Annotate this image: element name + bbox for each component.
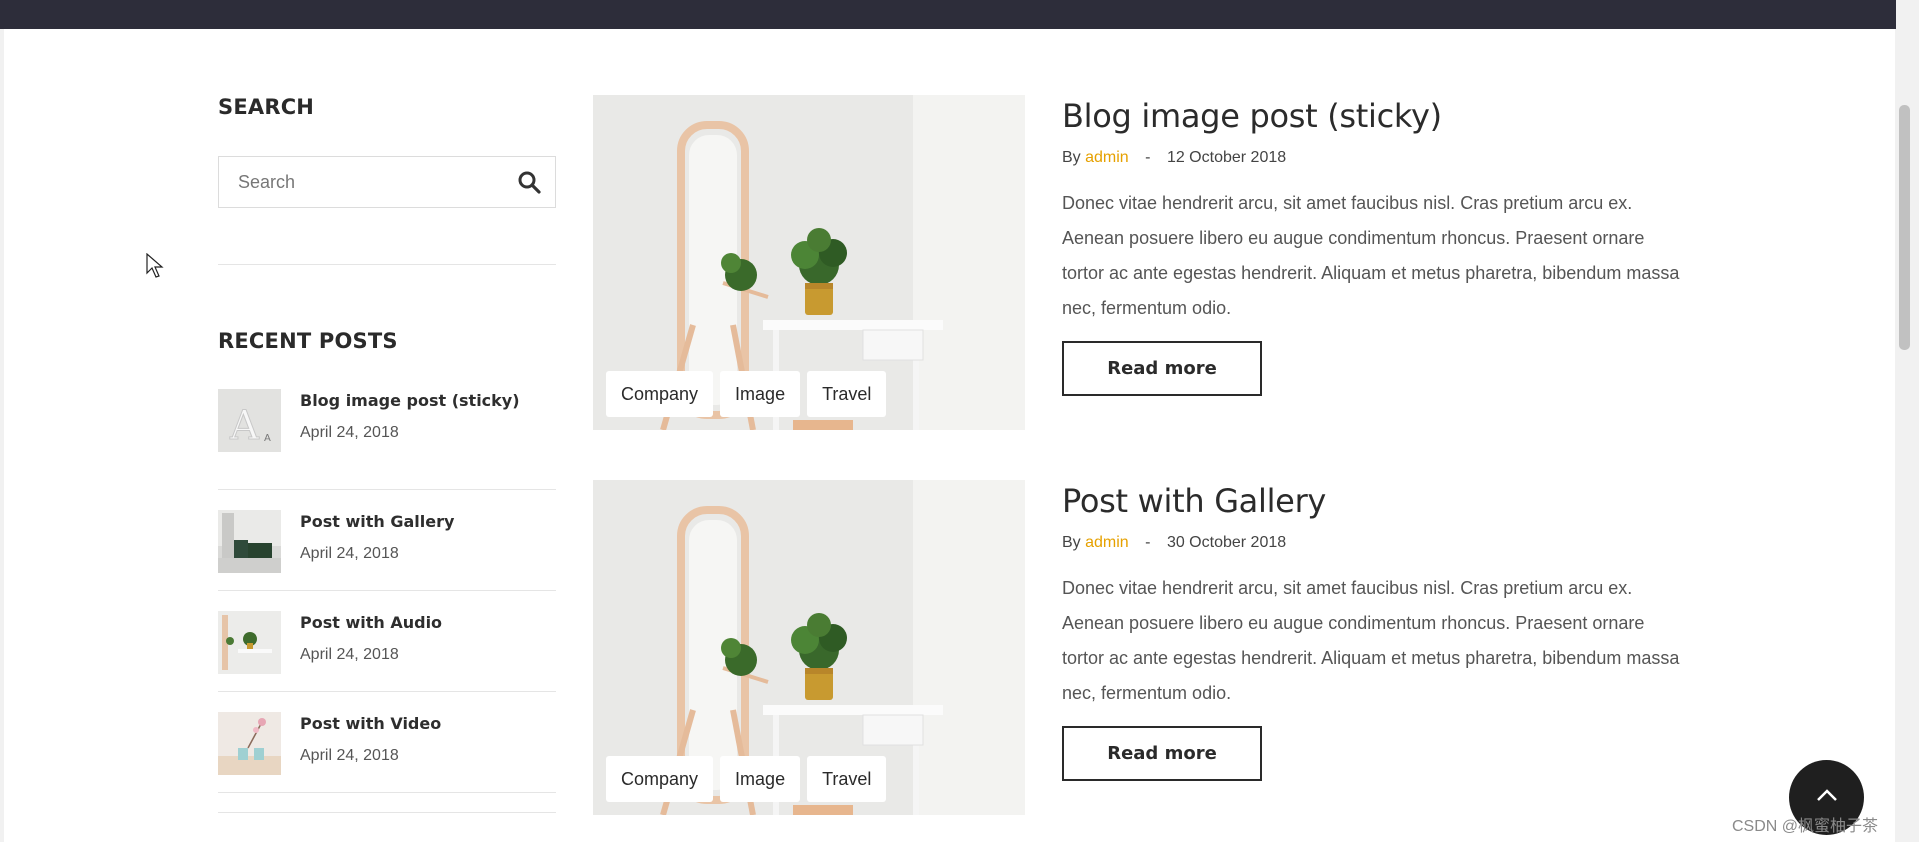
- search-box: [218, 156, 556, 208]
- widget-divider: [218, 812, 556, 813]
- post-by-label: By: [1062, 534, 1081, 551]
- recent-post-thumbnail[interactable]: [218, 712, 281, 775]
- recent-post-thumbnail[interactable]: [218, 611, 281, 674]
- search-input[interactable]: [238, 171, 508, 193]
- recent-post-date: April 24, 2018: [300, 545, 399, 562]
- tag-travel[interactable]: Travel: [807, 371, 887, 417]
- post-excerpt: Donec vitae hendrerit arcu, sit amet fau…: [1062, 578, 1680, 703]
- scrollbar-thumb[interactable]: [1899, 105, 1910, 350]
- tag-image[interactable]: Image: [720, 371, 801, 417]
- post-title[interactable]: Post with Gallery: [1062, 482, 1682, 520]
- recent-post-item[interactable]: Post with Video April 24, 2018: [218, 692, 556, 793]
- tag-company[interactable]: Company: [606, 756, 714, 802]
- recent-post-title[interactable]: Post with Audio: [300, 613, 442, 632]
- post-body: Blog image post (sticky) By admin - 12 O…: [1062, 95, 1682, 396]
- mouse-cursor-icon: [146, 253, 164, 278]
- meta-separator: -: [1145, 534, 1151, 551]
- recent-posts-title: RECENT POSTS: [218, 329, 398, 353]
- svg-text:A: A: [264, 433, 271, 444]
- recent-post-title[interactable]: Post with Video: [300, 714, 441, 733]
- recent-post-title[interactable]: Post with Gallery: [300, 512, 454, 531]
- top-navbar: [0, 0, 1896, 29]
- post-date: 30 October 2018: [1166, 534, 1287, 551]
- read-more-button[interactable]: Read more: [1062, 726, 1262, 781]
- read-more-button[interactable]: Read more: [1062, 341, 1262, 396]
- tag-travel[interactable]: Travel: [807, 756, 887, 802]
- recent-post-item[interactable]: Post with Audio April 24, 2018: [218, 591, 556, 692]
- post-featured-image[interactable]: Company Image Travel: [593, 480, 1025, 815]
- post-featured-image[interactable]: Company Image Travel: [593, 95, 1025, 430]
- post-title[interactable]: Blog image post (sticky): [1062, 97, 1682, 135]
- post-meta: By admin - 30 October 2018: [1062, 534, 1682, 552]
- recent-post-date: April 24, 2018: [300, 747, 399, 764]
- meta-separator: -: [1145, 149, 1151, 166]
- search-button[interactable]: [515, 168, 543, 196]
- recent-post-thumbnail[interactable]: [218, 510, 281, 573]
- widget-divider: [218, 264, 556, 265]
- tag-company[interactable]: Company: [606, 371, 714, 417]
- post-author-link[interactable]: admin: [1085, 534, 1129, 551]
- chevron-up-icon: [1816, 789, 1837, 801]
- post-tags: Company Image Travel: [606, 756, 887, 802]
- post-meta: By admin - 12 October 2018: [1062, 149, 1682, 167]
- post-date: 12 October 2018: [1166, 149, 1287, 166]
- post-excerpt: Donec vitae hendrerit arcu, sit amet fau…: [1062, 193, 1680, 318]
- post-body: Post with Gallery By admin - 30 October …: [1062, 480, 1682, 781]
- recent-post-date: April 24, 2018: [300, 646, 399, 663]
- recent-post-thumbnail[interactable]: A A: [218, 389, 281, 452]
- recent-post-item[interactable]: Post with Gallery April 24, 2018: [218, 490, 556, 591]
- sidebar: SEARCH RECENT POSTS A A Blog image post …: [218, 95, 556, 813]
- post-by-label: By: [1062, 149, 1081, 166]
- svg-text:A: A: [229, 403, 260, 449]
- recent-post-date: April 24, 2018: [300, 424, 399, 441]
- search-widget-title: SEARCH: [218, 95, 315, 119]
- recent-posts-list: A A Blog image post (sticky) April 24, 2…: [218, 389, 556, 793]
- post-tags: Company Image Travel: [606, 371, 887, 417]
- watermark: CSDN @枫蜜柚子茶: [1732, 818, 1879, 835]
- post-author-link[interactable]: admin: [1085, 149, 1129, 166]
- recent-post-title[interactable]: Blog image post (sticky): [300, 391, 520, 410]
- search-icon: [518, 171, 541, 194]
- tag-image[interactable]: Image: [720, 756, 801, 802]
- recent-post-item[interactable]: A A Blog image post (sticky) April 24, 2…: [218, 389, 556, 490]
